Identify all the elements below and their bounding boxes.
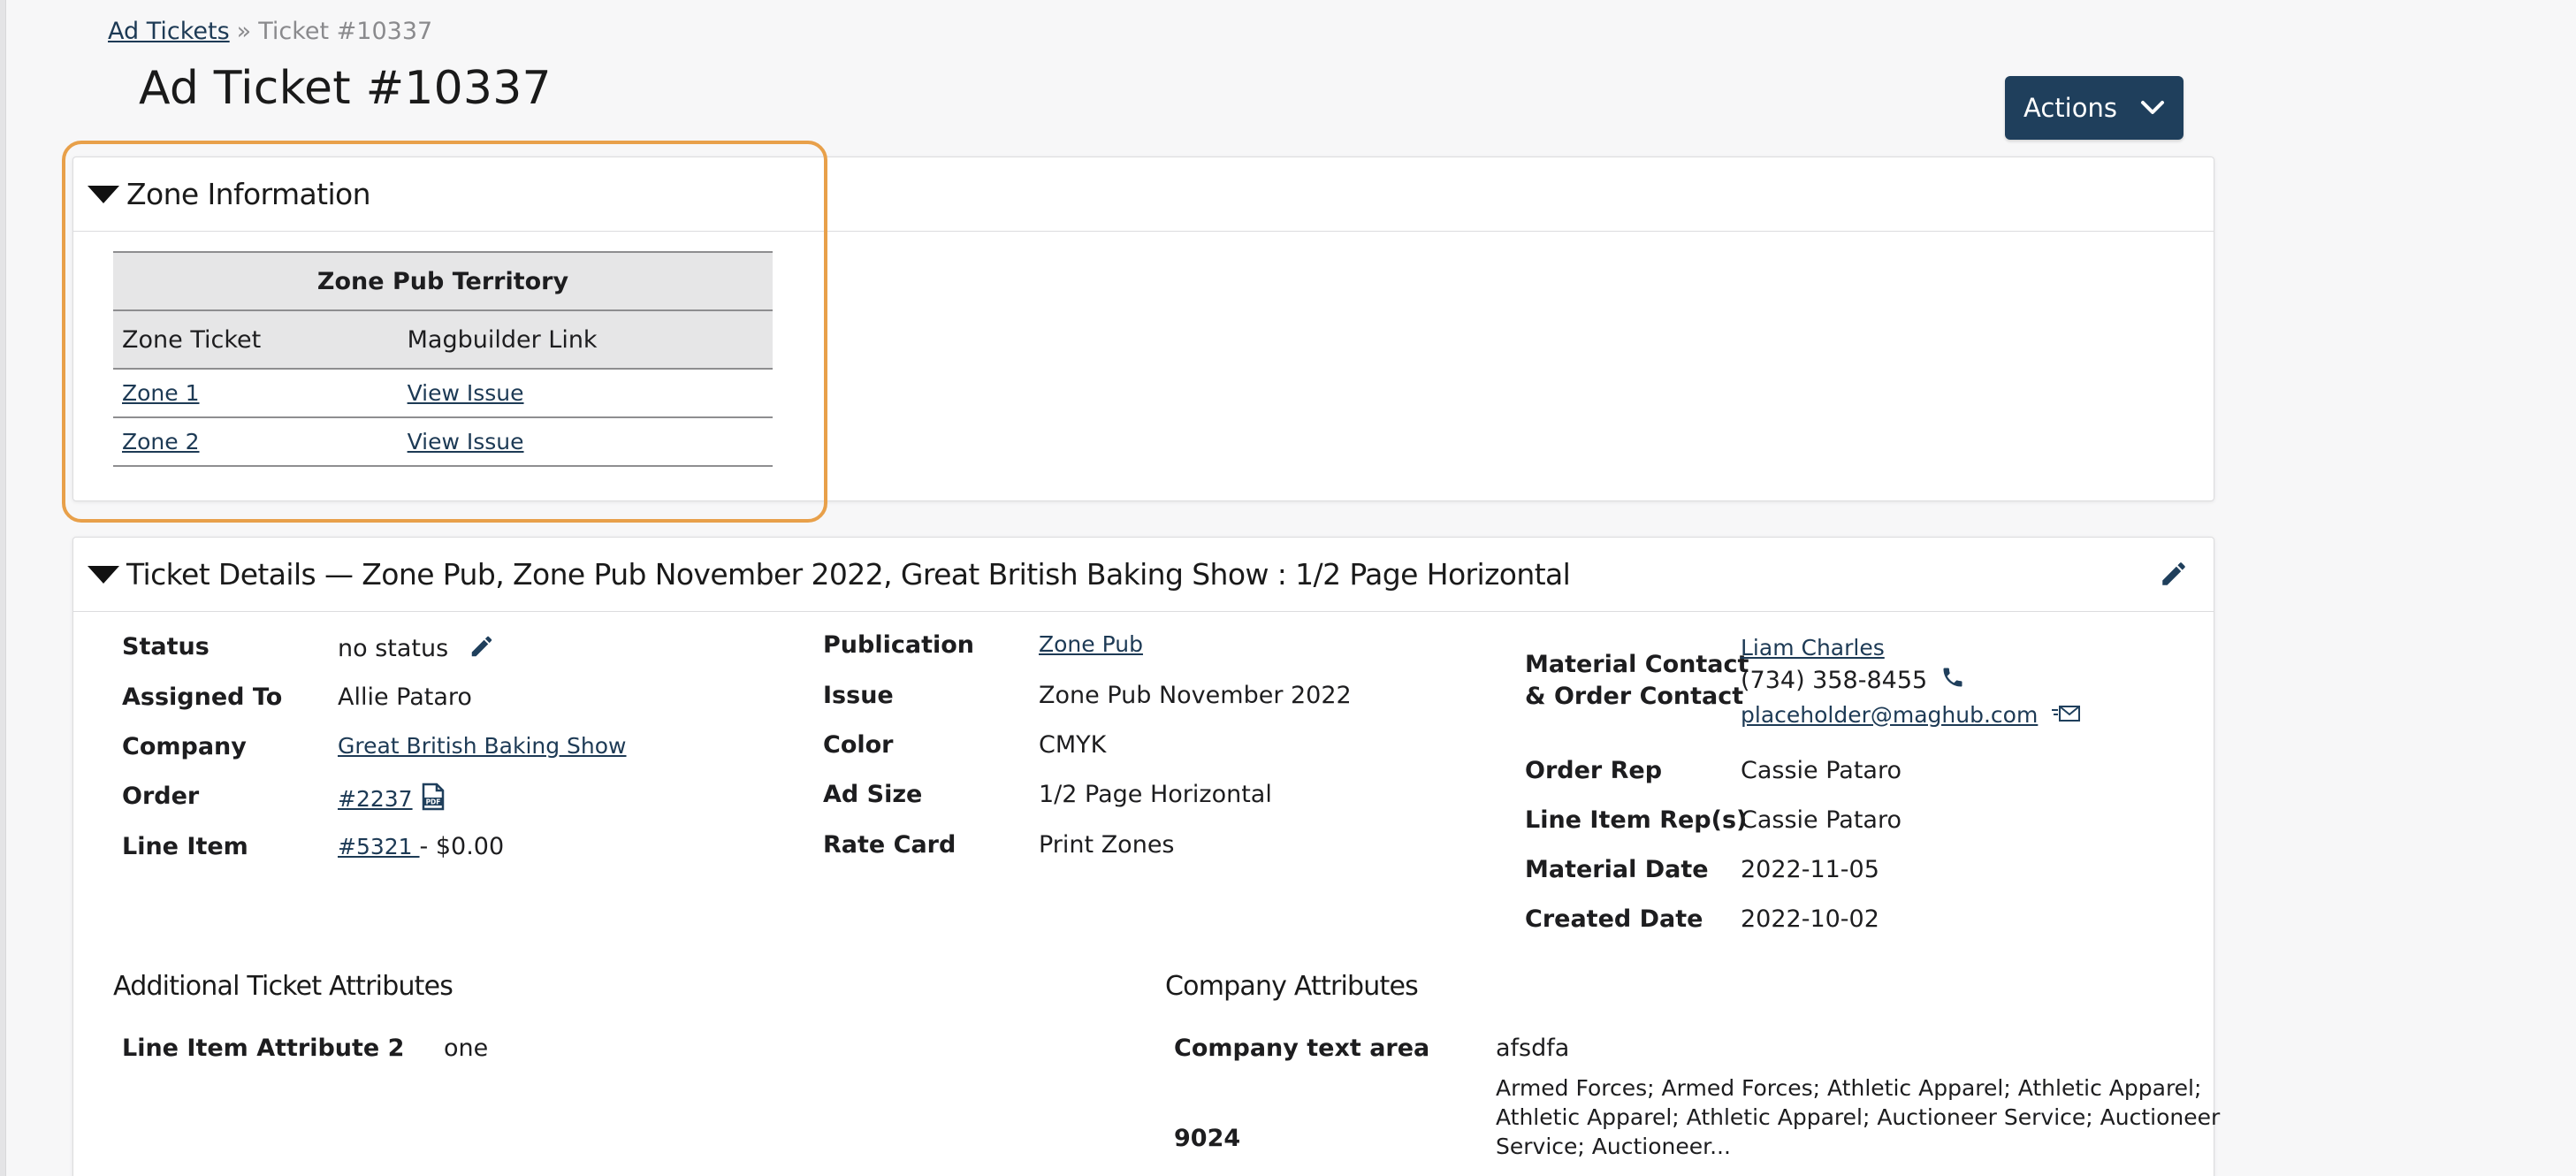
company-text-area-value: afsdfa (1496, 1035, 1570, 1062)
created-date-value: 2022-10-02 (1741, 905, 1879, 933)
zone-table-title: Zone Pub Territory (113, 251, 773, 310)
contact-value: Liam Charles (734) 358-8455 placeholder@… (1741, 631, 2081, 732)
caret-down-icon[interactable] (88, 185, 119, 203)
page-title: Ad Ticket #10337 (139, 62, 552, 115)
ticket-details-panel: Ticket Details — Zone Pub, Zone Pub Nove… (72, 537, 2220, 1176)
zone-information-title: Zone Information (126, 177, 371, 211)
company-code-value-line-3: Service; Auctioneer... (1496, 1134, 1731, 1159)
additional-attributes-list: Line Item Attribute 2 one (122, 1035, 1006, 1070)
table-row: Zone 2 View Issue (113, 416, 773, 467)
view-issue-link[interactable]: View Issue (408, 380, 524, 406)
line-item-label: Line Item (122, 833, 248, 860)
assigned-to-label: Assigned To (122, 683, 283, 711)
line-item-amount: - $0.00 (419, 833, 505, 860)
svg-text:PDF: PDF (426, 798, 441, 806)
contact-phone: (734) 358-8455 (1741, 667, 1928, 694)
actions-button-label: Actions (2023, 93, 2117, 123)
zone-table: Zone Pub Territory Zone Ticket Magbuilde… (113, 251, 773, 467)
email-icon[interactable] (2051, 699, 2081, 732)
caret-down-icon[interactable] (88, 565, 119, 584)
material-date-label: Material Date (1525, 856, 1709, 883)
company-attributes-title: Company Attributes (1165, 971, 1419, 1002)
company-text-area-label: Company text area (1174, 1035, 1430, 1062)
order-rep-label: Order Rep (1525, 757, 1663, 784)
line-item-attribute-label: Line Item Attribute 2 (122, 1035, 405, 1062)
line-item-rep-value: Cassie Pataro (1741, 806, 1902, 834)
color-value: CMYK (1039, 731, 1107, 759)
additional-attributes-title: Additional Ticket Attributes (113, 971, 453, 1002)
company-code-value-line-2: Athletic Apparel; Athletic Apparel; Auct… (1496, 1104, 2221, 1130)
breadcrumb-current: Ticket #10337 (258, 18, 433, 45)
line-item-value: #5321 - $0.00 (338, 833, 504, 860)
view-issue-link[interactable]: View Issue (408, 429, 524, 454)
company-code-value-line-1: Armed Forces; Armed Forces; Athletic App… (1496, 1075, 2202, 1101)
pencil-icon[interactable] (2159, 559, 2189, 595)
order-rep-value: Cassie Pataro (1741, 757, 1902, 784)
line-item-link[interactable]: #5321 (338, 834, 420, 859)
line-item-attribute-value: one (444, 1035, 489, 1062)
company-label: Company (122, 733, 247, 760)
contact-label: Material Contact & Order Contact (1525, 649, 1749, 713)
status-text: no status (338, 635, 449, 662)
contact-label-line-1: Material Contact (1525, 651, 1749, 678)
breadcrumb-separator: » (236, 18, 252, 45)
ticket-details-column-2: Publication Zone Pub Issue Zone Pub Nove… (823, 631, 1495, 861)
left-edge-bar (0, 0, 6, 1176)
magbuilder-link-column-header: Magbuilder Link (391, 309, 773, 369)
ticket-details-column-1: Status no status Assigned To Allie Patar… (122, 633, 794, 863)
rate-card-label: Rate Card (823, 831, 956, 859)
breadcrumb: Ad Tickets» Ticket #10337 (108, 18, 432, 45)
contact-name-link[interactable]: Liam Charles (1741, 635, 1885, 661)
zone-information-header[interactable]: Zone Information (73, 157, 2214, 232)
company-code-value: Armed Forces; Armed Forces; Athletic App… (1496, 1073, 2220, 1161)
material-date-value: 2022-11-05 (1741, 856, 1879, 883)
order-label: Order (122, 783, 200, 810)
company-code-label: 9024 (1174, 1125, 1241, 1152)
issue-label: Issue (823, 682, 894, 709)
order-link[interactable]: #2237 (338, 786, 413, 812)
rate-card-value: Print Zones (1039, 831, 1175, 859)
color-label: Color (823, 731, 894, 759)
zone-information-panel: Zone Information Zone Pub Territory Zone… (72, 157, 2214, 501)
company-attributes-list: Company text area afsdfa 9024 Armed Forc… (1174, 1035, 2220, 1176)
ticket-details-title: Ticket Details — Zone Pub, Zone Pub Nove… (126, 557, 1571, 592)
pdf-icon[interactable]: PDF (420, 783, 446, 817)
status-label: Status (122, 633, 210, 661)
contact-label-line-2: & Order Contact (1525, 683, 1744, 710)
actions-button[interactable]: Actions (2005, 76, 2184, 140)
breadcrumb-ad-tickets-link[interactable]: Ad Tickets (108, 18, 230, 45)
publication-label: Publication (823, 631, 975, 659)
pencil-icon[interactable] (469, 633, 495, 666)
phone-icon[interactable] (1940, 665, 1965, 699)
ticket-details-column-3: Material Contact & Order Contact Liam Ch… (1525, 631, 2197, 950)
chevron-down-icon (2140, 100, 2165, 116)
ticket-details-header[interactable]: Ticket Details — Zone Pub, Zone Pub Nove… (73, 538, 2214, 612)
table-row: Zone 1 View Issue (113, 368, 773, 417)
issue-value: Zone Pub November 2022 (1039, 682, 1352, 709)
line-item-rep-label: Line Item Rep(s) (1525, 806, 1748, 834)
status-value: no status (338, 633, 495, 666)
assigned-to-value: Allie Pataro (338, 683, 472, 711)
contact-email-link[interactable]: placeholder@maghub.com (1741, 702, 2038, 728)
order-value: #2237 PDF (338, 783, 446, 817)
ad-size-value: 1/2 Page Horizontal (1039, 781, 1272, 808)
zone-2-link[interactable]: Zone 2 (122, 429, 200, 454)
publication-link[interactable]: Zone Pub (1039, 631, 1143, 657)
company-link[interactable]: Great British Baking Show (338, 733, 627, 759)
ad-size-label: Ad Size (823, 781, 923, 808)
created-date-label: Created Date (1525, 905, 1703, 933)
zone-ticket-column-header: Zone Ticket (113, 309, 392, 369)
zone-1-link[interactable]: Zone 1 (122, 380, 200, 406)
